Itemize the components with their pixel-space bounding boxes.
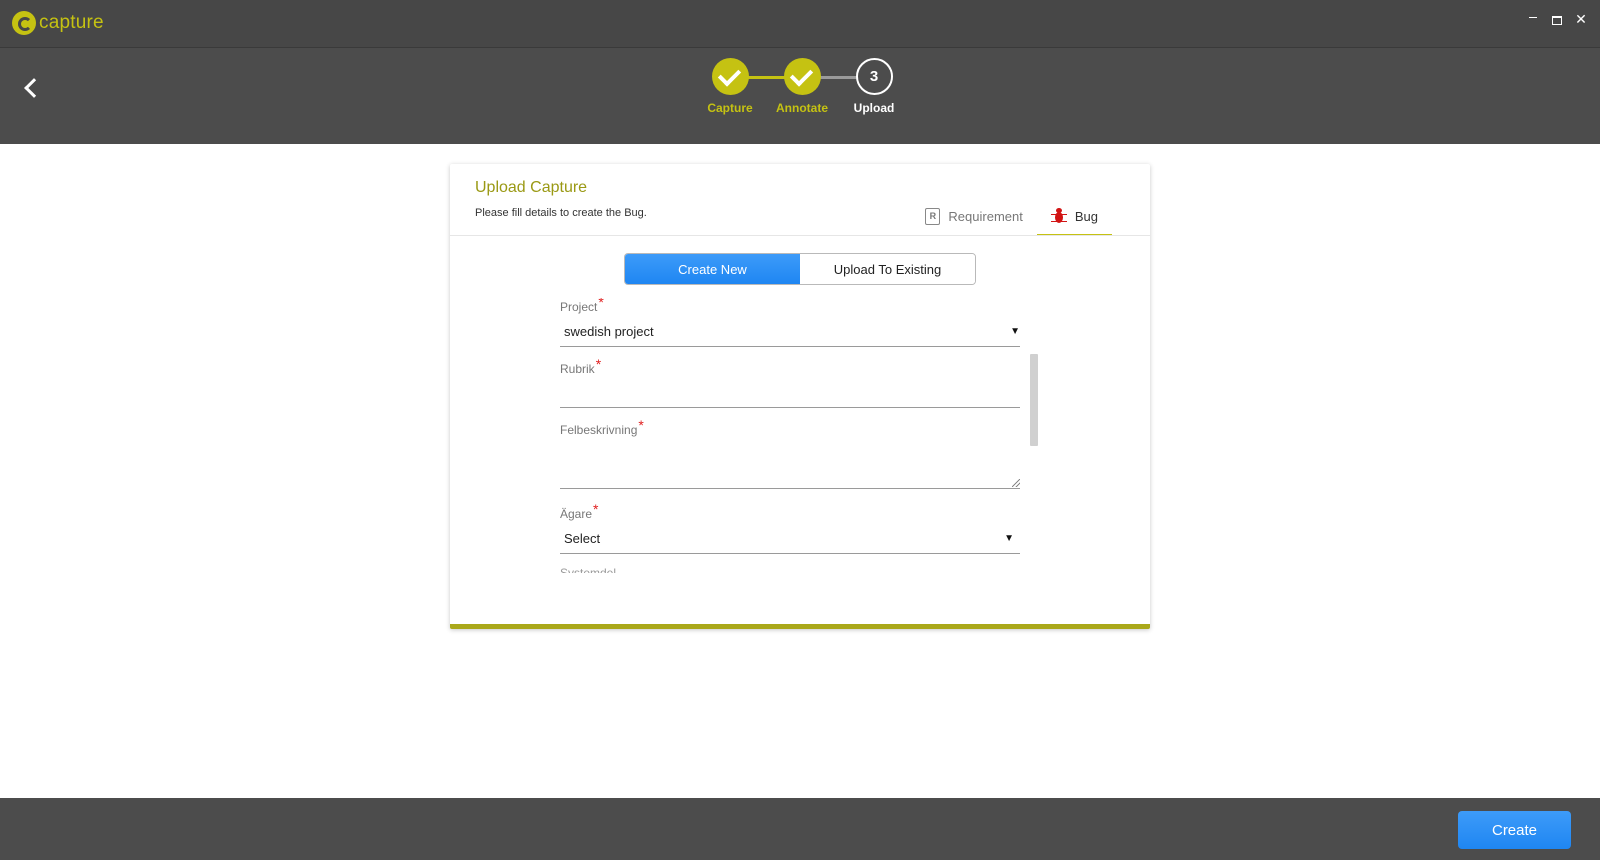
step-capture[interactable]: Capture (690, 58, 770, 115)
scrollbar-thumb[interactable] (1030, 354, 1038, 446)
resize-grip-icon[interactable] (1012, 479, 1020, 487)
divider (450, 235, 1150, 236)
minimize-icon[interactable] (1526, 12, 1540, 26)
step-label: Upload (853, 101, 895, 115)
step-label: Annotate (776, 101, 828, 115)
felbeskrivning-textarea[interactable] (560, 437, 1020, 481)
card-title: Upload Capture (475, 179, 588, 196)
upload-capture-card: Upload Capture Please fill details to cr… (450, 164, 1150, 629)
mode-toggle: Create New Upload To Existing (624, 253, 976, 285)
capture-logo-icon (12, 11, 36, 35)
title-bar: capture ✕ (0, 0, 1600, 48)
create-button[interactable]: Create (1458, 811, 1571, 849)
footer-bar: Create (0, 798, 1600, 860)
agare-field[interactable]: Ägare* Select ▼ (560, 501, 1020, 557)
step-number: 3 (855, 58, 893, 95)
wizard-header: Capture Annotate 3 Upload (0, 48, 1600, 144)
project-select[interactable]: swedish project (564, 324, 654, 339)
field-label: Ägare* (560, 501, 599, 521)
tab-label: Requirement (948, 208, 1023, 224)
tab-requirement[interactable]: R Requirement (911, 198, 1036, 234)
requirement-icon: R (925, 207, 941, 225)
field-underline (560, 346, 1020, 347)
dropdown-arrow-icon[interactable]: ▼ (1010, 326, 1020, 337)
field-underline (560, 407, 1020, 408)
upload-to-existing-button[interactable]: Upload To Existing (800, 254, 975, 284)
stepper: Capture Annotate 3 Upload (0, 48, 1600, 144)
app-name: capture (39, 12, 104, 33)
close-icon[interactable]: ✕ (1574, 12, 1588, 26)
step-label: Capture (707, 101, 753, 115)
dropdown-arrow-icon[interactable]: ▼ (1004, 533, 1014, 544)
maximize-icon[interactable] (1550, 12, 1564, 26)
tab-bug[interactable]: Bug (1036, 198, 1112, 236)
project-field[interactable]: Project* swedish project ▼ (560, 298, 1020, 350)
field-label: Project* (560, 298, 604, 314)
tab-label: Bug (1074, 208, 1098, 224)
card-subtitle: Please fill details to create the Bug. (475, 207, 647, 219)
felbeskrivning-field[interactable]: Felbeskrivning* (560, 417, 1020, 493)
field-underline (560, 553, 1020, 554)
bug-icon (1050, 208, 1067, 224)
field-label: Felbeskrivning* (560, 417, 644, 437)
bug-form: Project* swedish project ▼ Rubrik* Felbe… (560, 298, 1030, 573)
check-icon (783, 58, 821, 95)
field-label: Rubrik* (560, 356, 602, 376)
app-logo: capture (12, 11, 104, 35)
issue-type-tabs: R Requirement Bug (911, 198, 1112, 236)
window-controls: ✕ (1526, 12, 1588, 26)
step-annotate[interactable]: Annotate (762, 58, 842, 115)
rubrik-field[interactable]: Rubrik* (560, 356, 1020, 410)
systemdel-label: Systemdel (560, 567, 616, 573)
check-icon (711, 58, 749, 95)
step-upload: 3 Upload (834, 58, 914, 115)
rubrik-input[interactable] (560, 376, 1020, 400)
field-underline (560, 488, 1020, 489)
agare-select[interactable]: Select (564, 531, 600, 546)
create-new-button[interactable]: Create New (625, 254, 800, 284)
